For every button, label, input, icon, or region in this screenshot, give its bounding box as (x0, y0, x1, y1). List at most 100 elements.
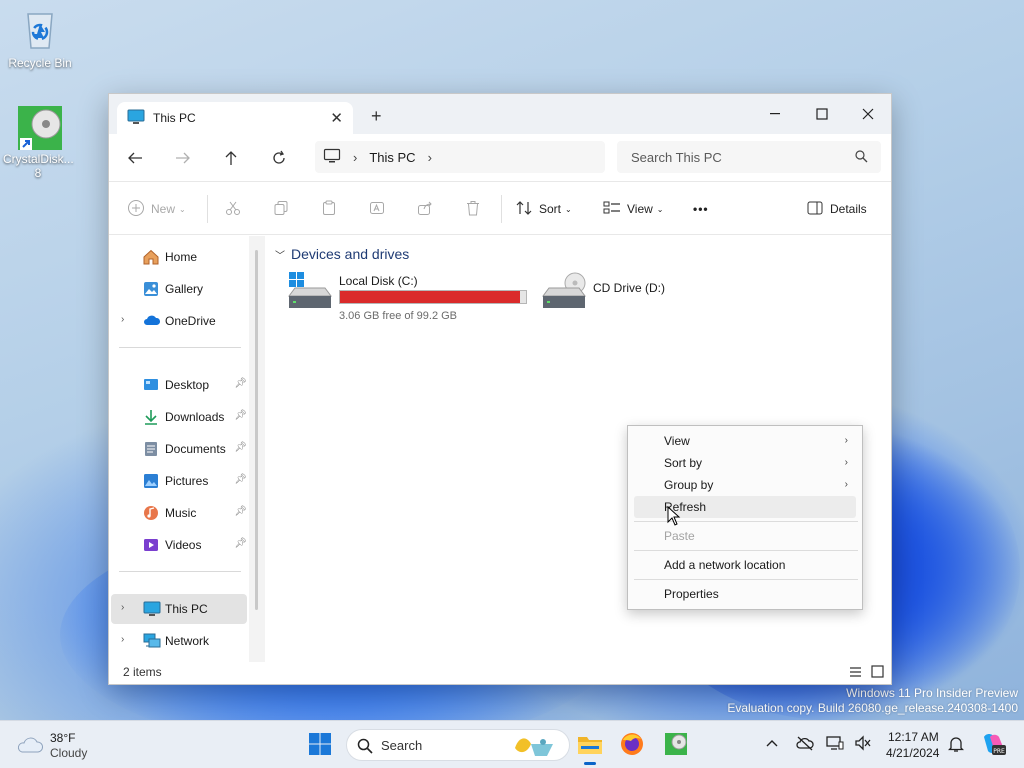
copilot-icon[interactable]: PRE (980, 731, 1006, 760)
minimize-button[interactable] (753, 100, 799, 128)
view-button[interactable]: View ⌄ (603, 197, 664, 221)
drive-local-disk-c[interactable]: Local Disk (C:) 3.06 GB free of 99.2 GB (287, 272, 537, 322)
tab-this-pc[interactable]: This PC ✕ (117, 102, 353, 134)
desktop-icon-recycle-bin[interactable]: Recycle Bin (2, 8, 78, 70)
refresh-button[interactable] (265, 146, 293, 170)
sidebar-item-network[interactable]: › Network (111, 626, 247, 656)
new-tab-button[interactable]: + (371, 106, 382, 127)
desktop-folder-icon (143, 377, 159, 393)
clipboard-icon (321, 200, 337, 219)
rename-button[interactable] (369, 197, 385, 221)
ctx-separator (634, 579, 858, 580)
sidebar-item-home[interactable]: Home (111, 242, 247, 272)
forward-button[interactable] (169, 146, 197, 170)
crystaldisk-taskbar-button[interactable] (660, 729, 692, 761)
item-count: 2 items (123, 665, 162, 679)
chevron-right-icon[interactable]: › (121, 314, 124, 325)
rename-icon (369, 200, 385, 219)
ctx-item-label: Paste (664, 529, 695, 543)
tiles-view-icon[interactable] (871, 665, 884, 681)
sidebar-item-onedrive[interactable]: › OneDrive (111, 306, 247, 336)
context-menu: View › Sort by › Group by › Refresh Past… (627, 425, 863, 610)
details-pane-button[interactable]: Details (807, 197, 867, 221)
up-button[interactable] (217, 146, 245, 170)
maximize-button[interactable] (799, 100, 845, 128)
sidebar-item-gallery[interactable]: Gallery (111, 274, 247, 304)
pin-icon[interactable]: 📌︎ (234, 442, 247, 453)
chevron-up-icon[interactable] (766, 737, 778, 751)
pin-icon[interactable]: 📌︎ (234, 538, 247, 549)
cut-button[interactable] (225, 197, 241, 221)
title-bar[interactable]: This PC ✕ + (109, 94, 891, 134)
group-header-devices[interactable]: ﹀ Devices and drives (275, 246, 409, 262)
new-button[interactable]: New ⌄ (127, 197, 186, 221)
sidebar-item-desktop[interactable]: Desktop 📌︎ (111, 370, 247, 400)
chevron-right-icon[interactable]: › (121, 602, 124, 613)
chevron-down-icon[interactable]: ﹀ (275, 247, 285, 262)
pin-icon[interactable]: 📌︎ (234, 474, 247, 485)
network-icon (143, 633, 161, 649)
back-button[interactable] (121, 146, 149, 170)
sidebar-item-label: Music (165, 506, 197, 520)
sidebar-item-this-pc[interactable]: › This PC (111, 594, 247, 624)
chevron-right-icon[interactable]: › (121, 634, 124, 645)
sidebar-item-label: OneDrive (165, 314, 216, 328)
pin-icon[interactable]: 📌︎ (234, 506, 247, 517)
pin-icon[interactable]: 📌︎ (234, 410, 247, 421)
clock-date[interactable]: 4/21/2024 (886, 746, 939, 760)
picture-icon (143, 473, 159, 489)
sidebar-scrollbar-thumb[interactable] (255, 250, 258, 610)
bell-icon[interactable] (947, 735, 965, 756)
chevron-right-icon[interactable]: › (428, 150, 432, 165)
breadcrumb[interactable]: › This PC › (315, 141, 605, 173)
more-options-button[interactable]: ••• (693, 197, 709, 221)
paste-button[interactable] (321, 197, 337, 221)
drive-name: Local Disk (C:) (339, 274, 418, 288)
network-status-icon[interactable] (826, 735, 844, 754)
close-tab-icon[interactable]: ✕ (330, 109, 343, 127)
sidebar-item-documents[interactable]: Documents 📌︎ (111, 434, 247, 464)
ctx-item-add-network-location[interactable]: Add a network location (634, 554, 856, 576)
view-label: View (627, 202, 653, 216)
ctx-item-sort-by[interactable]: Sort by › (634, 452, 856, 474)
sidebar-item-downloads[interactable]: Downloads 📌︎ (111, 402, 247, 432)
copy-icon (273, 200, 289, 219)
ctx-item-properties[interactable]: Properties (634, 583, 856, 605)
sidebar-item-music[interactable]: Music 📌︎ (111, 498, 247, 528)
cloud-offline-icon[interactable] (796, 735, 814, 754)
search-icon[interactable] (855, 150, 868, 166)
address-bar: › This PC › (109, 134, 891, 182)
copy-button[interactable] (273, 197, 289, 221)
ctx-item-group-by[interactable]: Group by › (634, 474, 856, 496)
drive-name: CD Drive (D:) (593, 281, 665, 295)
pin-icon[interactable]: 📌︎ (234, 378, 247, 389)
group-title: Devices and drives (291, 246, 410, 262)
ctx-item-view[interactable]: View › (634, 430, 856, 452)
watermark-line1: Windows 11 Pro Insider Preview (846, 686, 1018, 700)
chevron-right-icon[interactable]: › (353, 150, 357, 165)
drive-cd-d[interactable]: CD Drive (D:) (541, 272, 691, 322)
firefox-taskbar-button[interactable] (616, 729, 648, 761)
gallery-icon (143, 281, 159, 297)
sidebar-item-pictures[interactable]: Pictures 📌︎ (111, 466, 247, 496)
share-button[interactable] (417, 197, 433, 221)
cloud-icon (143, 313, 161, 329)
folder-icon (577, 733, 603, 758)
sort-button[interactable]: Sort ⌄ (515, 197, 572, 221)
close-window-button[interactable] (845, 100, 891, 128)
clock-time[interactable]: 12:17 AM (888, 730, 939, 744)
delete-button[interactable] (465, 197, 481, 221)
details-view-icon[interactable] (849, 666, 862, 681)
ctx-item-label: View (664, 434, 690, 448)
sidebar-item-videos[interactable]: Videos 📌︎ (111, 530, 247, 560)
file-explorer-taskbar-button[interactable] (574, 729, 606, 765)
volume-muted-icon[interactable] (854, 735, 872, 754)
taskbar-search-label: Search (381, 737, 423, 753)
desktop-icon-crystaldisk[interactable]: CrystalDisk... 8 (0, 104, 76, 180)
details-pane-icon (807, 201, 823, 218)
search-input[interactable] (617, 141, 881, 173)
toolbar-divider (501, 195, 502, 223)
taskbar-search[interactable]: Search (346, 729, 570, 761)
start-button[interactable] (304, 729, 336, 761)
breadcrumb-item-this-pc[interactable]: This PC (369, 150, 415, 165)
